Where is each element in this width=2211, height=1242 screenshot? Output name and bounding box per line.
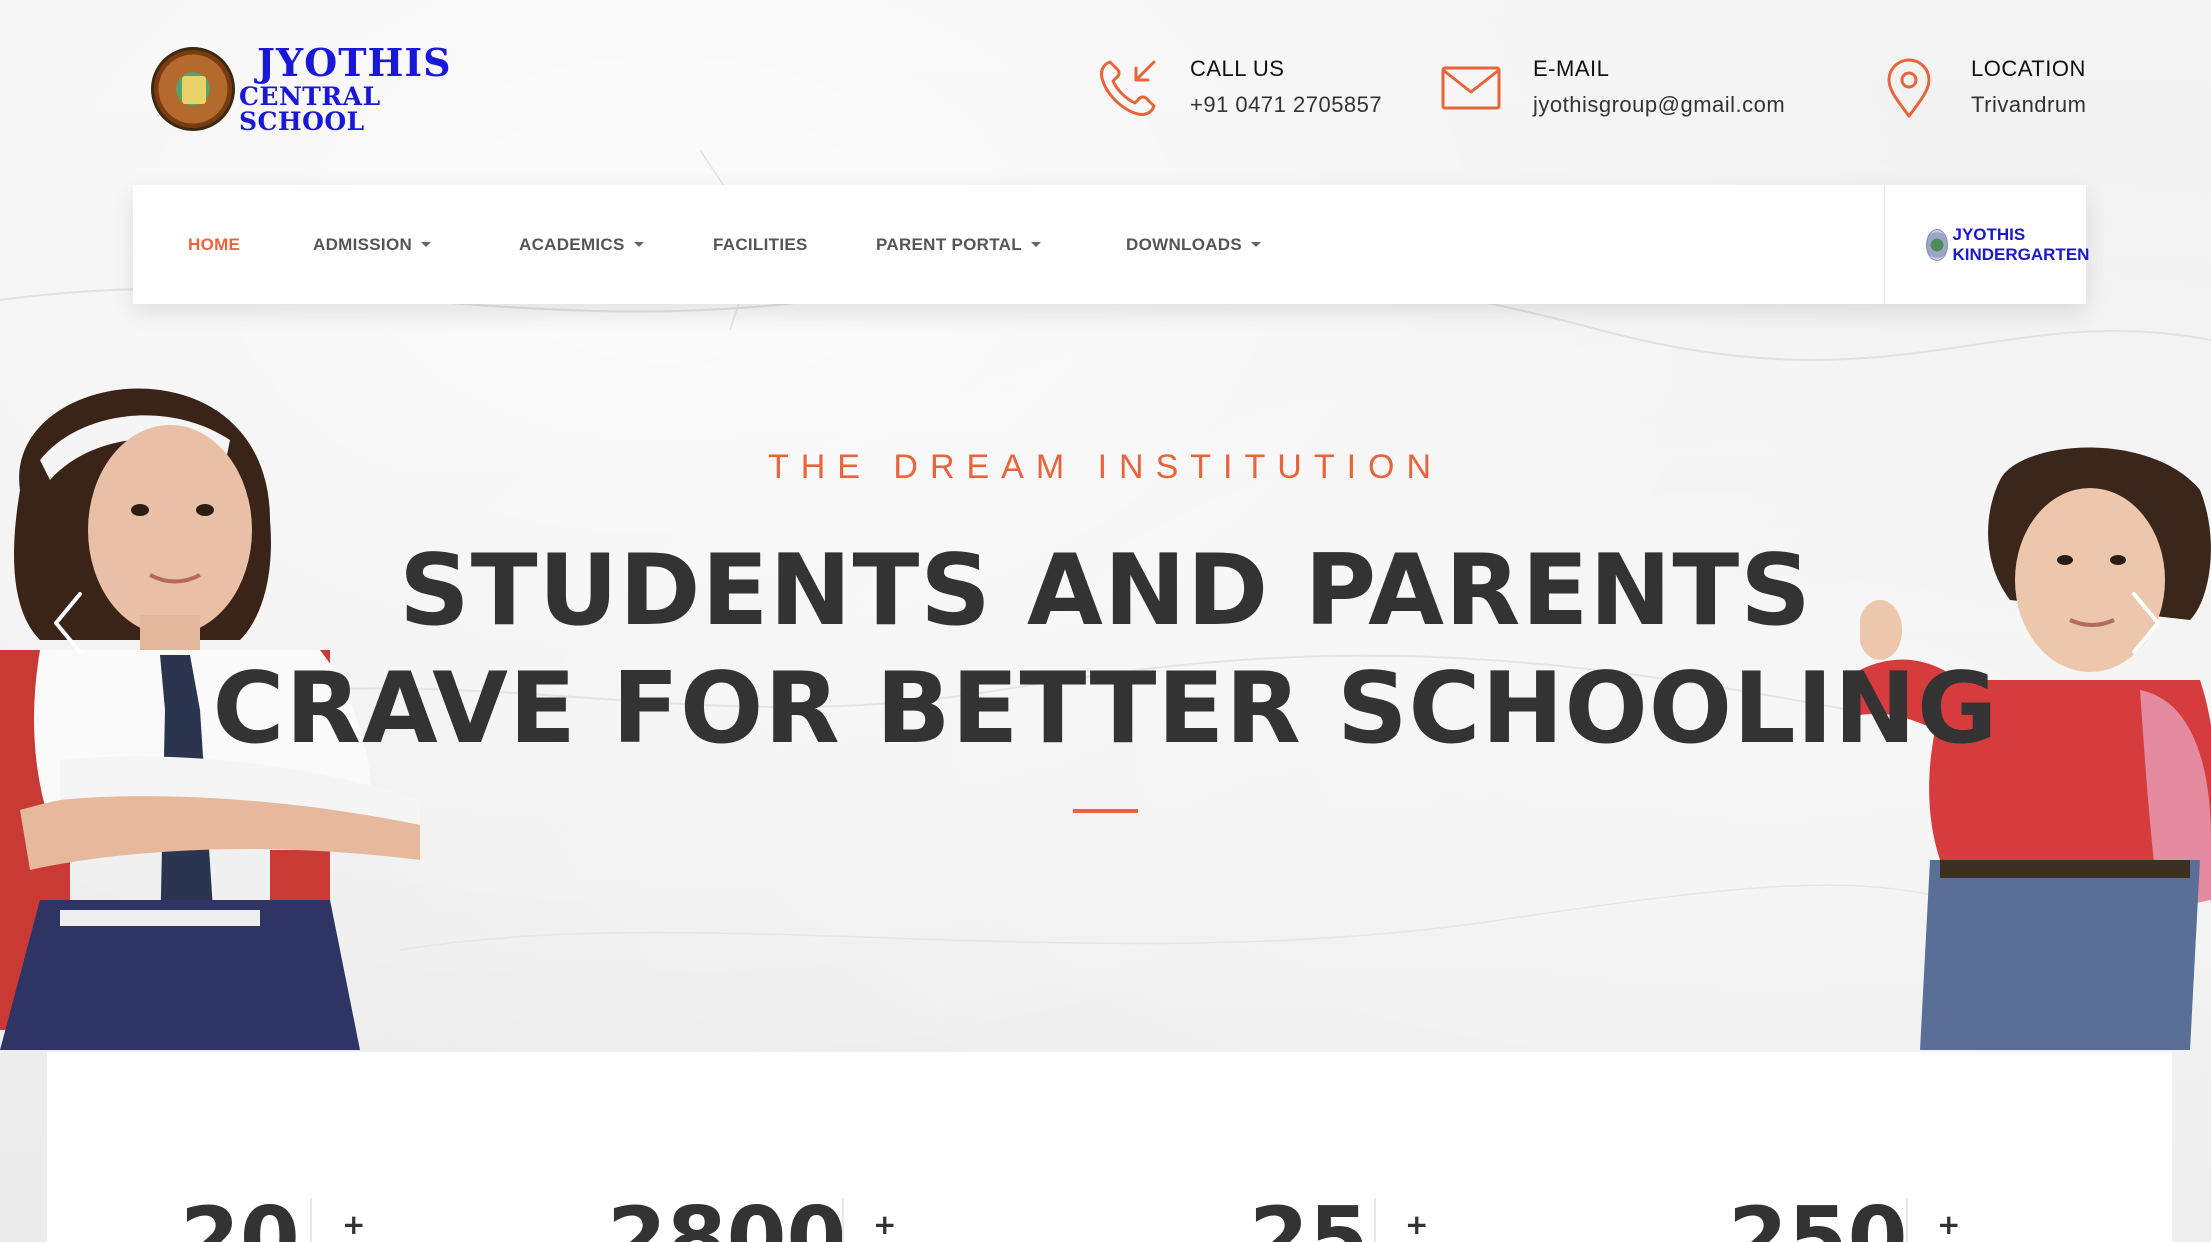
nav-parent-portal[interactable]: PARENT PORTAL [876,185,1041,304]
stat-divider [310,1198,312,1242]
map-pin-icon [1887,58,1931,118]
slider-prev-arrow-icon[interactable] [48,588,88,658]
nav-facilities[interactable]: FACILITIES [713,185,808,304]
school-logo[interactable]: JYOTHIS CENTRAL SCHOOL [151,40,481,136]
phone-incoming-icon [1100,60,1156,116]
nav-admission[interactable]: ADMISSION [313,185,432,304]
contact-email-label: E-MAIL [1533,56,1610,81]
kindergarten-link-label: JYOTHIS KINDERGARTEN [1952,224,2090,264]
hero-headline: STUDENTS AND PARENTS CRAVE FOR BETTER SC… [120,532,2091,768]
stat-divider [1906,1198,1908,1242]
contact-location: LOCATION Trivandrum [1877,56,2086,120]
main-navigation: HOME ADMISSION ACADEMICS FACILITIES PARE… [133,185,2089,304]
contact-call-value[interactable]: +91 0471 2705857 [1190,92,1382,118]
stat-divider [842,1198,844,1242]
contact-call: CALL US +91 0471 2705857 [1096,56,1382,120]
stat-suffix-1: + [342,1208,366,1241]
stat-suffix-3: + [1405,1208,1429,1241]
stat-divider [1374,1198,1376,1242]
envelope-icon [1441,66,1501,110]
nav-downloads-label: DOWNLOADS [1126,234,1243,254]
slider-next-arrow-icon[interactable] [2126,588,2166,658]
hero-tagline: THE DREAM INSTITUTION [767,448,1444,486]
caret-down-icon [633,242,644,247]
logo-title: JYOTHIS [257,40,452,85]
stat-suffix-4: + [1937,1208,1961,1241]
kindergarten-link[interactable]: JYOTHIS KINDERGARTEN [1926,185,2099,304]
nav-facilities-label: FACILITIES [713,234,808,254]
hero-headline-line2: CRAVE FOR BETTER SCHOOLING [212,652,1999,766]
stat-number-4: 250 [1728,1189,1908,1242]
nav-admission-label: ADMISSION [313,234,413,254]
contact-call-label: CALL US [1190,56,1285,81]
stat-number-3: 25 [1249,1189,1369,1242]
nav-divider [1884,185,1885,304]
nav-home[interactable]: HOME [188,185,240,304]
nav-home-label: HOME [188,234,241,254]
nav-parent-portal-label: PARENT PORTAL [876,234,1022,254]
contact-location-value: Trivandrum [1971,92,2087,117]
nav-academics-label: ACADEMICS [519,234,625,254]
stat-number-2: 2800 [607,1189,847,1242]
contact-email-value[interactable]: jyothisgroup@gmail.com [1533,92,1785,118]
caret-down-icon [1251,242,1262,247]
logo-subtitle: CENTRAL SCHOOL [239,82,381,136]
stat-suffix-2: + [873,1208,897,1241]
nav-downloads[interactable]: DOWNLOADS [1126,185,1262,304]
logo-text: JYOTHIS CENTRAL SCHOOL [239,40,481,136]
nav-academics[interactable]: ACADEMICS [519,185,644,304]
hero-divider [1073,809,1138,813]
kindergarten-emblem-icon [1926,228,1949,261]
hero-headline-line1: STUDENTS AND PARENTS [399,534,1812,648]
contact-email: E-MAIL jyothisgroup@gmail.com [1439,56,1785,120]
school-emblem-icon [151,47,235,131]
contact-location-label: LOCATION [1971,56,2086,81]
caret-down-icon [1030,242,1041,247]
stat-number-1: 20 [180,1189,300,1242]
caret-down-icon [421,242,432,247]
